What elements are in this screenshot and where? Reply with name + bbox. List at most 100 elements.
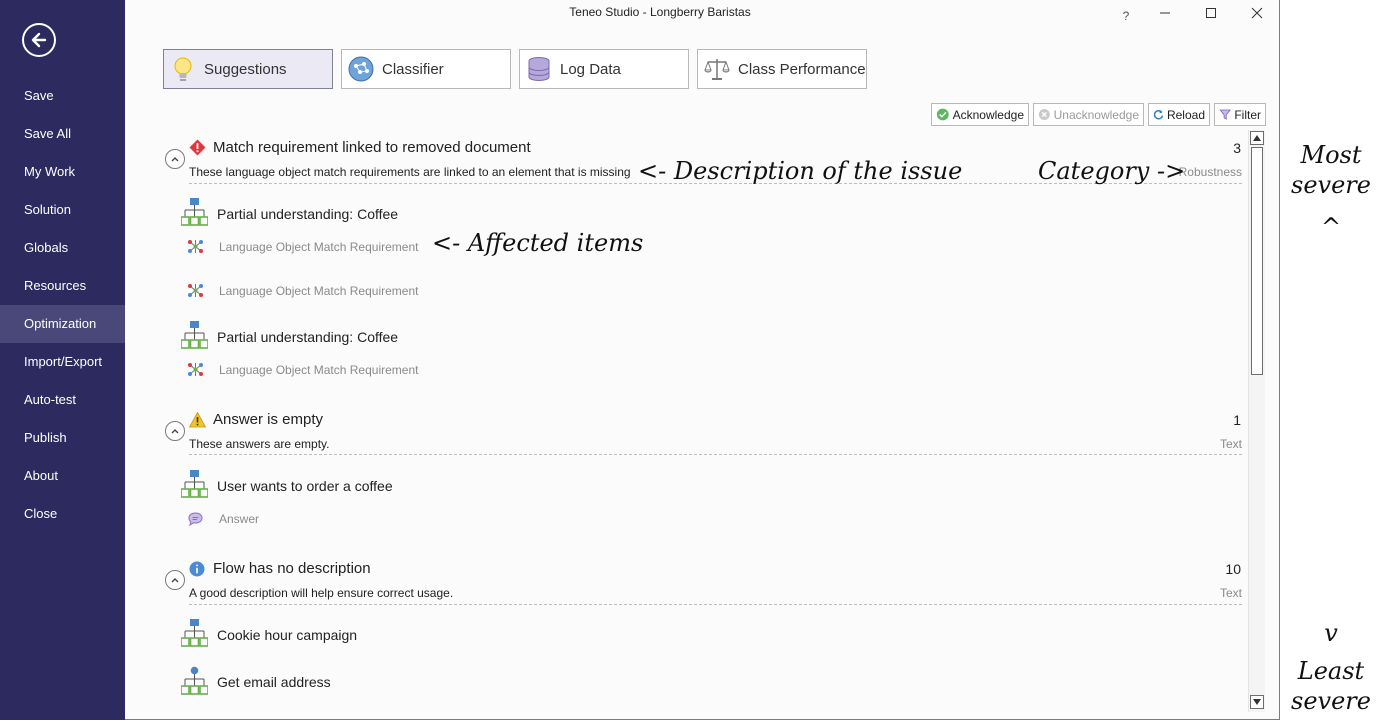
tab-label: Log Data xyxy=(560,60,621,78)
item-label[interactable]: Partial understanding: Coffee xyxy=(217,206,398,222)
collapse-button[interactable] xyxy=(165,570,185,590)
close-icon xyxy=(1251,7,1263,19)
sidebar-item-save[interactable]: Save xyxy=(0,77,125,115)
acknowledge-label: Acknowledge xyxy=(952,107,1024,122)
chevron-up-icon xyxy=(171,429,179,434)
scales-icon xyxy=(704,56,730,82)
flow-icon xyxy=(180,470,209,498)
arrow-left-icon xyxy=(31,32,47,48)
language-object-icon xyxy=(188,363,203,376)
refresh-icon xyxy=(1153,110,1164,120)
triangle-down-icon xyxy=(1253,699,1261,705)
reload-label: Reload xyxy=(1166,107,1205,122)
database-icon xyxy=(526,56,552,82)
flow-icon xyxy=(180,619,209,647)
check-circle-icon xyxy=(936,108,949,121)
list-item[interactable] xyxy=(180,666,209,701)
acknowledge-button[interactable]: Acknowledge xyxy=(931,103,1029,126)
scroll-up-button[interactable] xyxy=(1250,131,1264,145)
triangle-up-icon xyxy=(1253,135,1261,141)
filter-label: Filter xyxy=(1234,107,1261,122)
unacknowledge-label: Unacknowledge xyxy=(1053,107,1139,122)
minimize-icon xyxy=(1160,12,1170,14)
sidebar-item-auto-test[interactable]: Auto-test xyxy=(0,381,125,419)
flow-trigger-icon xyxy=(180,666,209,695)
item-label[interactable]: Cookie hour campaign xyxy=(217,627,357,643)
maximize-button[interactable] xyxy=(1197,4,1225,22)
chevron-up-icon xyxy=(171,578,179,583)
tab-label: Class Performance xyxy=(738,60,866,78)
item-sublabel[interactable]: Language Object Match Requirement xyxy=(219,240,418,254)
language-object-icon xyxy=(188,240,203,253)
sidebar-item-my-work[interactable]: My Work xyxy=(0,153,125,191)
issue-description: These answers are empty. xyxy=(189,437,330,451)
issue-title: Answer is empty xyxy=(213,411,324,428)
item-label[interactable]: User wants to order a coffee xyxy=(217,478,393,494)
list-item[interactable] xyxy=(180,197,209,232)
sidebar-item-publish[interactable]: Publish xyxy=(0,419,125,457)
suggestions-list: Match requirement linked to removed docu… xyxy=(163,130,1243,715)
item-sublabel[interactable]: Answer xyxy=(219,512,259,526)
sidebar-item-import-export[interactable]: Import/Export xyxy=(0,343,125,381)
filter-button[interactable]: Filter xyxy=(1214,103,1266,126)
tab-label: Classifier xyxy=(382,60,444,78)
scroll-down-button[interactable] xyxy=(1250,695,1264,709)
classifier-icon xyxy=(348,56,374,82)
sidebar-item-about[interactable]: About xyxy=(0,457,125,495)
tab-suggestions[interactable]: Suggestions xyxy=(163,49,333,89)
item-label[interactable]: Get email address xyxy=(217,674,331,690)
tab-log-data[interactable]: Log Data xyxy=(519,49,689,89)
tab-classifier[interactable]: Classifier xyxy=(341,49,511,89)
collapse-button[interactable] xyxy=(165,421,185,441)
item-label[interactable]: Partial understanding: Coffee xyxy=(217,329,398,345)
item-sublabel[interactable]: Language Object Match Requirement xyxy=(219,284,418,298)
unacknowledge-button[interactable]: Unacknowledge xyxy=(1033,103,1144,126)
annotation-arrow-down: v xyxy=(1324,619,1338,647)
annotation-affected-items: <- Affected items xyxy=(432,229,644,257)
help-button[interactable]: ? xyxy=(1112,7,1140,25)
sidebar-item-save-all[interactable]: Save All xyxy=(0,115,125,153)
annotation-description: <- Description of the issue xyxy=(638,157,963,185)
sidebar-item-optimization[interactable]: Optimization xyxy=(0,305,125,343)
error-diamond-icon xyxy=(189,139,206,156)
scrollbar-thumb[interactable] xyxy=(1251,147,1263,375)
list-item[interactable] xyxy=(180,618,209,653)
app-root: Save Save All My Work Solution Globals R… xyxy=(0,0,1381,720)
sidebar-item-close[interactable]: Close xyxy=(0,495,125,533)
sidebar-item-globals[interactable]: Globals xyxy=(0,229,125,267)
item-sublabel[interactable]: Language Object Match Requirement xyxy=(219,363,418,377)
window-title: Teneo Studio - Longberry Baristas xyxy=(569,5,751,19)
reload-button[interactable]: Reload xyxy=(1148,103,1210,126)
issue-description: These language object match requirements… xyxy=(189,165,631,179)
annotation-most-severe: Most severe xyxy=(1291,141,1371,199)
flow-icon xyxy=(180,198,209,226)
list-item[interactable] xyxy=(180,320,209,355)
sidebar-item-solution[interactable]: Solution xyxy=(0,191,125,229)
info-circle-icon xyxy=(189,561,205,577)
vertical-scrollbar[interactable] xyxy=(1248,130,1265,712)
issue-title: Match requirement linked to removed docu… xyxy=(213,139,531,156)
sidebar-item-resources[interactable]: Resources xyxy=(0,267,125,305)
minimize-button[interactable] xyxy=(1151,4,1179,22)
lightbulb-icon xyxy=(170,56,196,82)
collapse-button[interactable] xyxy=(165,149,185,169)
annotation-least-severe: Least severe xyxy=(1291,657,1371,715)
list-item[interactable] xyxy=(180,469,209,504)
close-window-button[interactable] xyxy=(1243,4,1271,22)
speech-bubble-icon xyxy=(188,512,203,526)
separator xyxy=(189,454,1242,455)
issue-category: Text xyxy=(1219,437,1242,451)
separator xyxy=(189,604,1242,605)
issue-category: Text xyxy=(1219,586,1242,600)
issue-count: 10 xyxy=(1225,561,1241,577)
issue-count: 1 xyxy=(1233,412,1241,428)
back-button[interactable] xyxy=(22,23,56,57)
cancel-circle-icon xyxy=(1038,109,1050,120)
issue-title: Flow has no description xyxy=(213,560,371,577)
maximize-icon xyxy=(1206,8,1216,18)
tab-label: Suggestions xyxy=(204,60,287,78)
backstage-sidebar: Save Save All My Work Solution Globals R… xyxy=(0,0,125,720)
issue-description: A good description will help ensure corr… xyxy=(189,586,454,600)
tab-class-performance[interactable]: Class Performance xyxy=(697,49,867,89)
issue-count: 3 xyxy=(1233,140,1241,156)
